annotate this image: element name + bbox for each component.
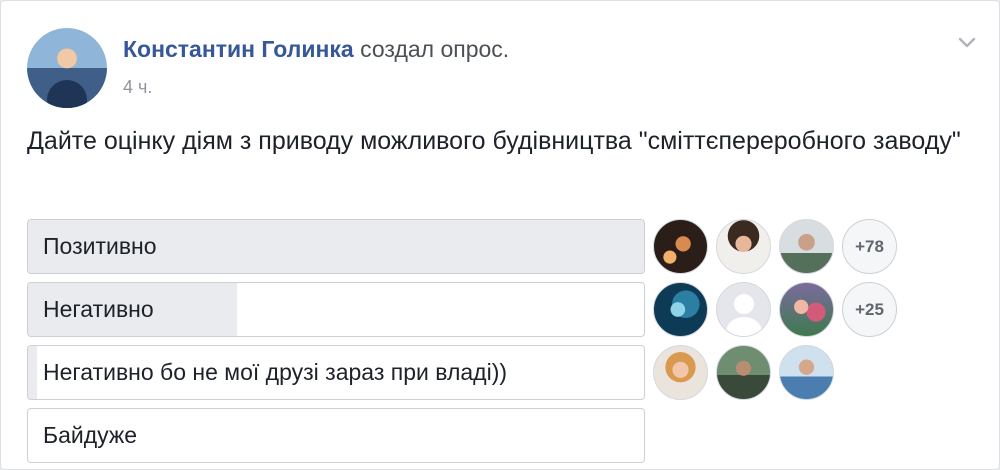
poll-option-label: Позитивно [43, 233, 157, 259]
voter-avatar[interactable] [653, 282, 708, 337]
voter-avatar[interactable] [716, 345, 771, 400]
more-voters-button[interactable]: +78 [842, 219, 897, 274]
poll-option-1-voters: +78 [653, 219, 897, 274]
voter-avatar[interactable] [779, 345, 834, 400]
more-voters-button[interactable]: +25 [842, 282, 897, 337]
poll-option-4[interactable]: Байдуже [27, 408, 645, 463]
author-avatar[interactable] [27, 28, 107, 108]
voter-avatar[interactable] [653, 345, 708, 400]
voter-avatar[interactable] [779, 282, 834, 337]
voter-avatar[interactable] [653, 219, 708, 274]
post-timestamp[interactable]: 4 ч. [123, 77, 152, 98]
poll-option-bar [28, 346, 38, 399]
poll-option-label: Негативно бо не мої друзі зараз при влад… [43, 359, 508, 385]
voter-avatar[interactable] [716, 219, 771, 274]
poll-option-3-voters [653, 345, 834, 400]
poll-option-2-voters: +25 [653, 282, 897, 337]
poll-option-label: Негативно [43, 296, 154, 322]
poll-post-card: Константин Голинка создал опрос. 4 ч. Да… [0, 0, 1000, 470]
post-header: Константин Голинка создал опрос. [123, 36, 509, 63]
chevron-down-icon[interactable] [954, 29, 980, 55]
poll-option-3[interactable]: Негативно бо не мої друзі зараз при влад… [27, 345, 645, 400]
post-action-text: создал опрос. [360, 36, 510, 62]
poll-option-1[interactable]: Позитивно [27, 219, 645, 274]
poll-question: Дайте оцінку діям з приводу можливого бу… [27, 127, 961, 155]
voter-default-avatar[interactable] [716, 282, 771, 337]
voter-avatar[interactable] [779, 219, 834, 274]
poll-option-label: Байдуже [43, 422, 138, 448]
poll-option-2[interactable]: Негативно [27, 282, 645, 337]
author-name-link[interactable]: Константин Голинка [123, 36, 354, 62]
